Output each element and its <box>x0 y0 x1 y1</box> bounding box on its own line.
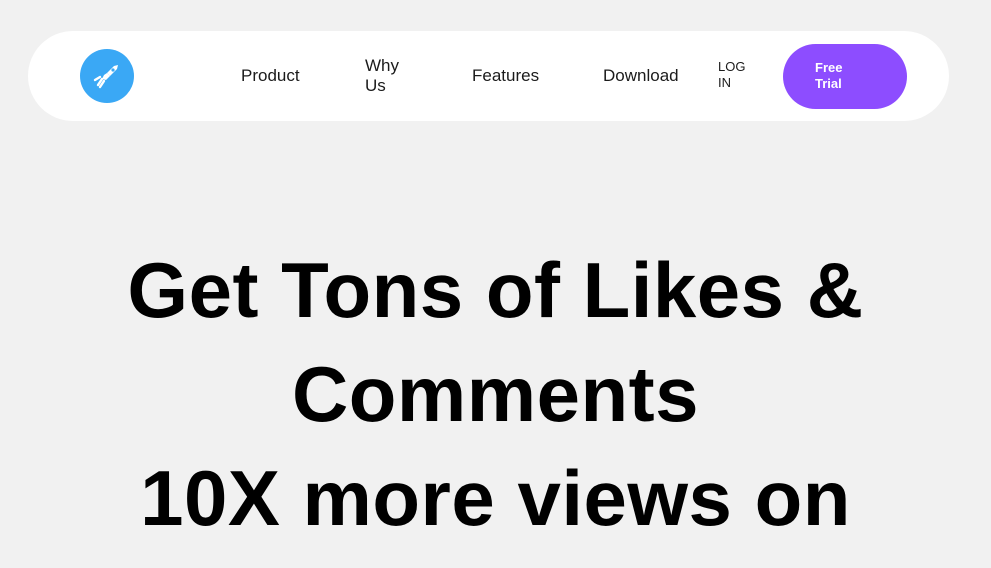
brand-logo[interactable] <box>80 49 134 103</box>
hero-headline-line-3: 10X more views on <box>140 454 851 542</box>
nav-link-product[interactable]: Product <box>241 66 300 86</box>
nav-link-why-us[interactable]: Why Us <box>365 56 415 96</box>
hero-headline-line-1: Get Tons of Likes & <box>127 246 864 334</box>
free-trial-label: Free Trial <box>815 60 843 91</box>
nav-link-features[interactable]: Features <box>472 66 539 86</box>
nav-link-download[interactable]: Download <box>603 66 679 86</box>
hero-section: Get Tons of Likes & Comments 10X more vi… <box>0 238 991 550</box>
top-navbar: Product Why Us Features Download LOG IN … <box>28 31 949 121</box>
login-link[interactable]: LOG IN <box>718 59 758 91</box>
free-trial-button[interactable]: Free Trial <box>783 44 907 109</box>
rocket-figure-icon <box>93 65 118 89</box>
hero-headline-line-2: Comments <box>291 350 700 438</box>
